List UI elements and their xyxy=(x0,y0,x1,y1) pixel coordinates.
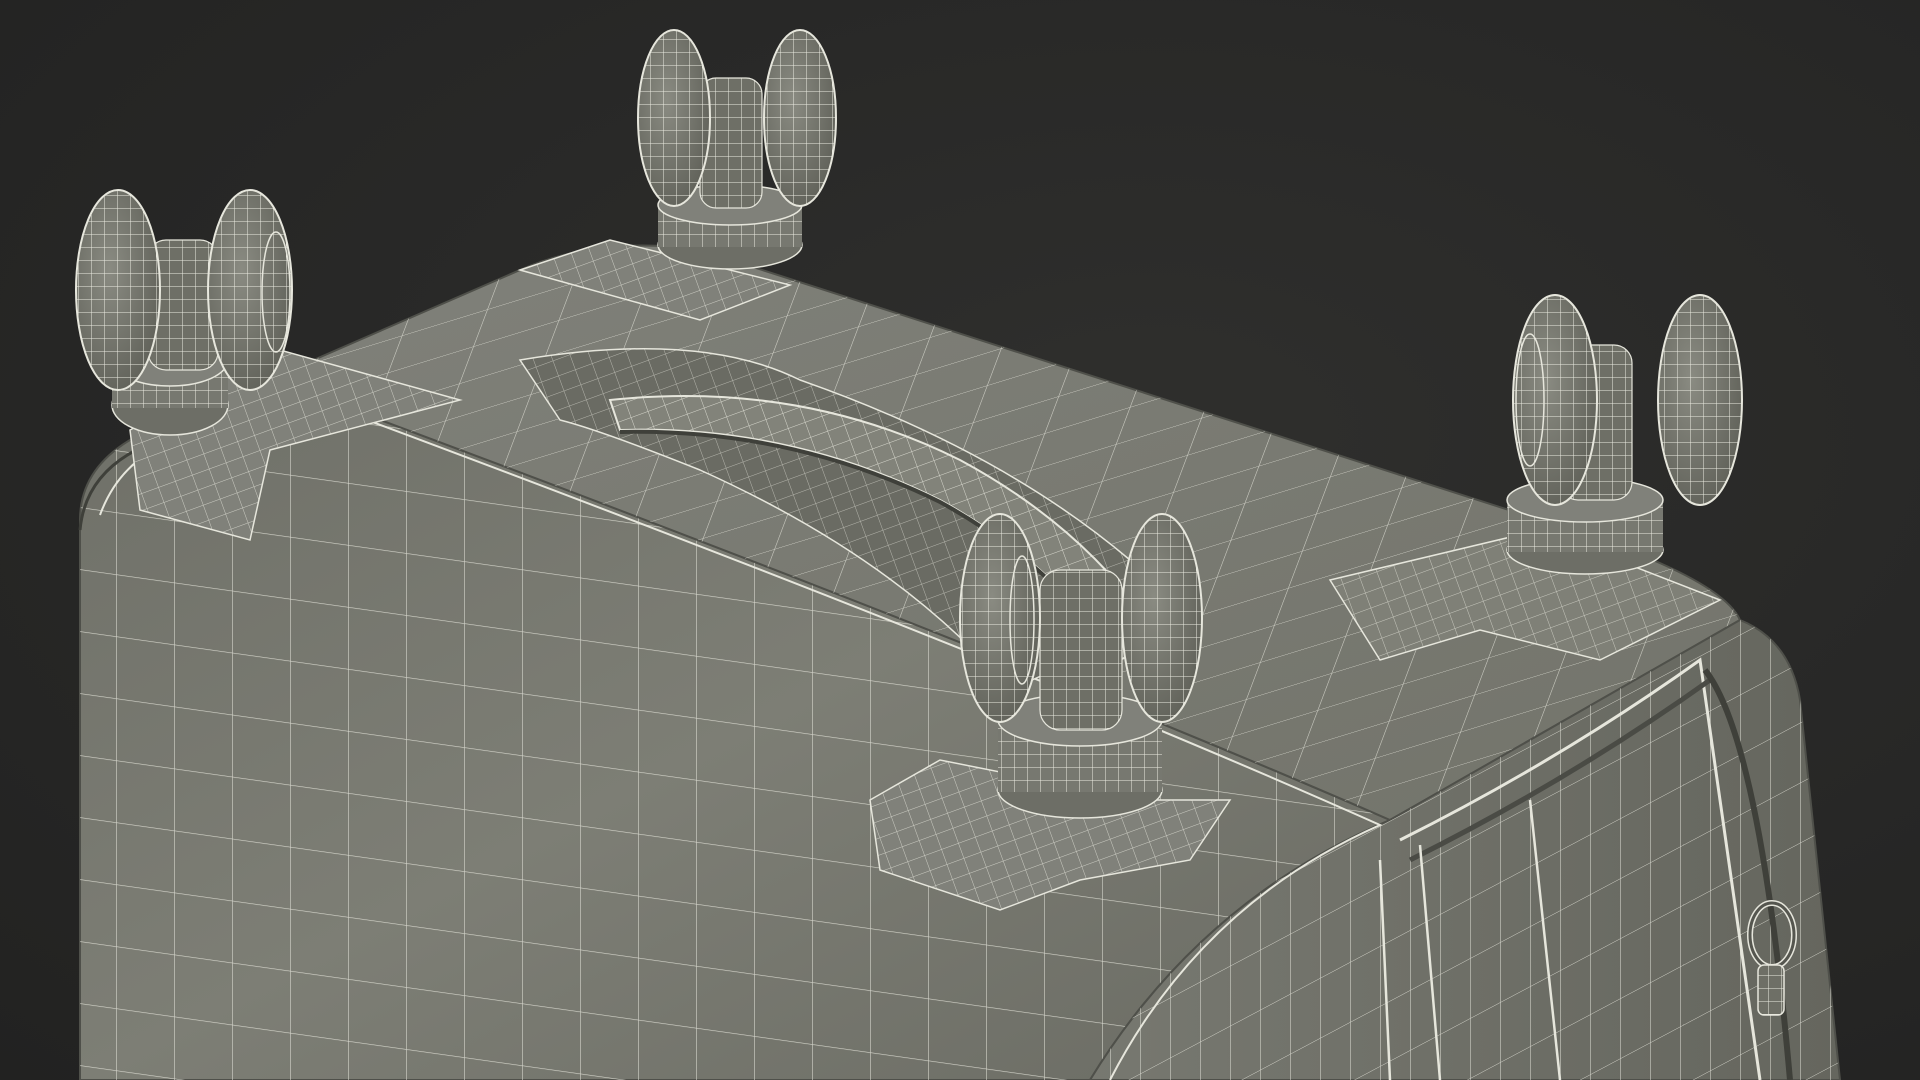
render-viewport xyxy=(0,0,1920,1080)
suitcase-wireframe-render xyxy=(75,29,1842,1080)
wheel-assembly-top xyxy=(637,29,837,270)
wheel-assembly-right xyxy=(1506,294,1743,575)
